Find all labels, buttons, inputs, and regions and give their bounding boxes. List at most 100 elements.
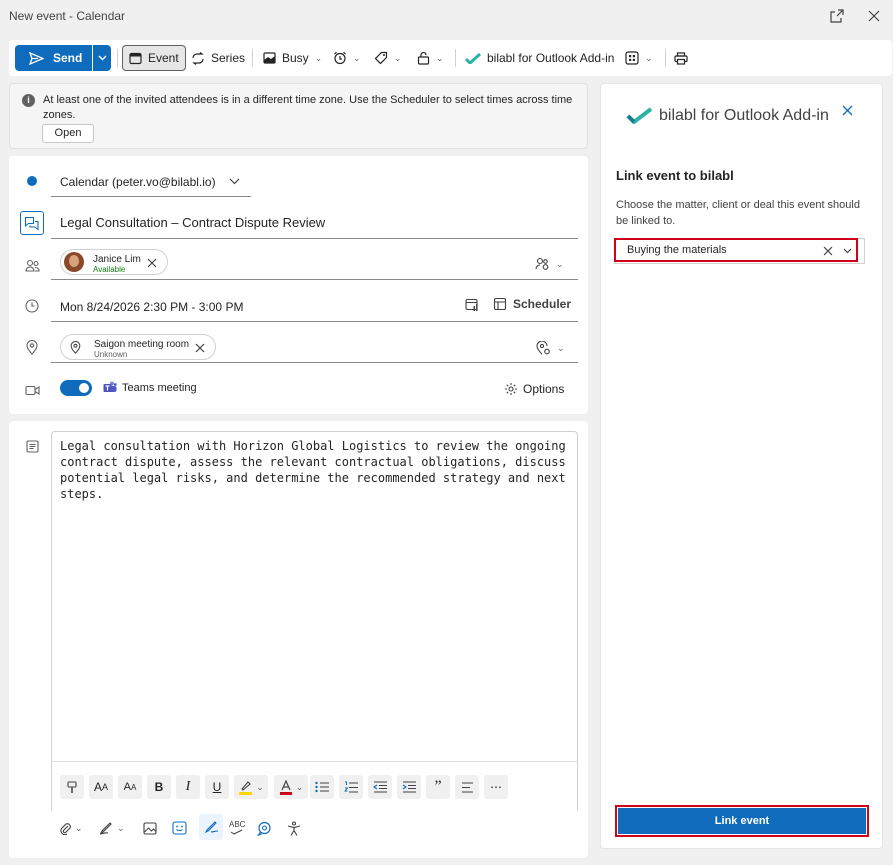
send-button[interactable]: Send	[15, 45, 92, 71]
spelling-check-icon[interactable]: ABC	[229, 817, 245, 839]
calendar-color-dot	[27, 176, 37, 186]
link-event-heading: Link event to bilabl	[616, 168, 734, 183]
repeat-icon	[192, 51, 204, 65]
divider	[51, 362, 578, 363]
apps-dropdown[interactable]: ⌄	[625, 45, 653, 71]
room-finder-dropdown[interactable]: ⌄	[536, 341, 565, 355]
categorize-dropdown[interactable]: ⌄	[374, 45, 402, 71]
signature-dropdown[interactable]: ⌄	[99, 817, 125, 839]
emoji-sticker-icon[interactable]	[172, 817, 187, 839]
chevron-down-icon: ⌄	[645, 52, 653, 63]
datetime-field[interactable]: Mon 8/24/2026 2:30 PM - 3:00 PM	[60, 300, 243, 314]
window-title: New event - Calendar	[9, 9, 126, 23]
sensitivity-dropdown[interactable]: ⌄	[417, 45, 444, 71]
highlight-dropdown[interactable]: ⌄	[234, 775, 268, 799]
attendees-icon	[24, 257, 40, 273]
chevron-down-icon: ⌄	[314, 52, 323, 63]
notes-icon	[24, 438, 40, 454]
close-window-icon[interactable]	[861, 4, 887, 28]
info-icon: i	[22, 94, 35, 107]
bilabl-addin-panel: bilabl for Outlook Add-in Link event to …	[600, 83, 883, 849]
remove-location-icon[interactable]	[195, 343, 205, 353]
chat-bubble-icon[interactable]	[20, 211, 44, 235]
increase-indent-icon[interactable]	[397, 775, 421, 799]
popout-icon[interactable]	[824, 4, 850, 28]
underline-icon[interactable]: U	[205, 775, 229, 799]
send-options-button[interactable]	[93, 45, 111, 71]
event-title-input[interactable]: Legal Consultation – Contract Dispute Re…	[60, 215, 325, 230]
close-panel-icon[interactable]	[842, 105, 853, 116]
addin-label: bilabl for Outlook Add-in	[487, 51, 615, 65]
formatting-toolbar: AA AA B I U ⌄ ⌄ ” ⋯	[51, 761, 578, 811]
lock-icon	[417, 51, 430, 65]
alarm-icon	[334, 51, 346, 65]
copilot-icon[interactable]	[257, 817, 272, 839]
font-icon[interactable]: AA	[89, 775, 113, 799]
chevron-down-icon[interactable]	[843, 248, 852, 254]
chevron-down-icon: ⌄	[295, 781, 304, 792]
attach-dropdown[interactable]: ⌄	[59, 817, 83, 839]
font-color-dropdown[interactable]: ⌄	[274, 775, 308, 799]
paperclip-icon	[60, 823, 71, 835]
chevron-down-icon	[97, 55, 107, 61]
attendee-name: Janice Lim	[93, 254, 141, 265]
event-button[interactable]: Event	[122, 45, 186, 71]
divider	[51, 279, 578, 280]
decrease-indent-icon[interactable]	[368, 775, 392, 799]
bilabl-logo-icon	[465, 52, 481, 64]
accessibility-icon[interactable]	[287, 817, 301, 839]
italic-icon[interactable]: I	[176, 775, 200, 799]
numbered-list-icon[interactable]	[339, 775, 363, 799]
remove-attendee-icon[interactable]	[147, 258, 157, 268]
link-event-description: Choose the matter, client or deal this e…	[616, 199, 860, 227]
editor-icon[interactable]	[199, 814, 223, 840]
title-bar: New event - Calendar	[0, 0, 893, 33]
divider	[117, 49, 118, 67]
avatar	[64, 252, 84, 272]
attendee-status: Available	[93, 265, 126, 274]
tag-icon	[374, 51, 388, 65]
bold-icon[interactable]: B	[147, 775, 171, 799]
people-settings-icon	[535, 257, 549, 270]
send-icon	[29, 51, 44, 65]
series-button[interactable]: Series	[191, 45, 245, 71]
location-pin-icon	[70, 341, 81, 354]
bilabl-addin-button[interactable]: bilabl for Outlook Add-in	[465, 45, 614, 71]
scheduler-button[interactable]: Scheduler	[493, 297, 571, 311]
open-scheduler-button[interactable]: Open	[42, 124, 94, 143]
chevron-down-icon: ⌄	[556, 258, 564, 269]
scheduler-label: Scheduler	[513, 297, 572, 311]
reminder-dropdown[interactable]: ⌄	[333, 45, 361, 71]
print-button[interactable]	[674, 45, 688, 71]
teams-options-button[interactable]: Options	[504, 382, 564, 396]
series-label: Series	[211, 51, 246, 65]
location-chip[interactable]: Saigon meeting room Unknown	[60, 334, 216, 360]
font-size-icon[interactable]: AA	[118, 775, 142, 799]
bullet-list-icon[interactable]	[310, 775, 334, 799]
signature-pen-icon	[99, 822, 112, 835]
format-painter-icon[interactable]	[60, 775, 84, 799]
calendar-value: Calendar (peter.vo@bilabl.io)	[60, 175, 216, 189]
teams-toggle[interactable]	[60, 380, 92, 396]
event-label: Event	[148, 51, 179, 65]
chevron-down-icon: ⌄	[75, 822, 83, 833]
scheduler-icon	[493, 297, 507, 311]
event-body-editor[interactable]: Legal consultation with Horizon Global L…	[51, 431, 578, 761]
chevron-down-icon: ⌄	[436, 52, 444, 63]
calendar-view-icon[interactable]	[465, 298, 479, 312]
attendee-options-dropdown[interactable]: ⌄	[535, 257, 564, 271]
quote-icon[interactable]: ”	[426, 775, 450, 799]
matter-select[interactable]: Buying the materials	[614, 238, 858, 262]
options-label: Options	[523, 382, 565, 396]
busy-label: Busy	[282, 51, 309, 65]
image-icon[interactable]	[143, 817, 157, 839]
more-options-icon[interactable]: ⋯	[484, 775, 508, 799]
location-settings-icon	[536, 341, 550, 355]
insert-toolbar: ⌄ ⌄ ABC	[51, 811, 578, 851]
attendee-chip[interactable]: Janice Lim Available	[60, 249, 168, 275]
clear-selection-icon[interactable]	[823, 246, 833, 256]
busy-dropdown[interactable]: Busy ⌄	[263, 45, 322, 71]
align-icon[interactable]	[455, 775, 479, 799]
link-event-button[interactable]: Link event	[618, 808, 866, 834]
calendar-select[interactable]: Calendar (peter.vo@bilabl.io)	[51, 166, 251, 196]
